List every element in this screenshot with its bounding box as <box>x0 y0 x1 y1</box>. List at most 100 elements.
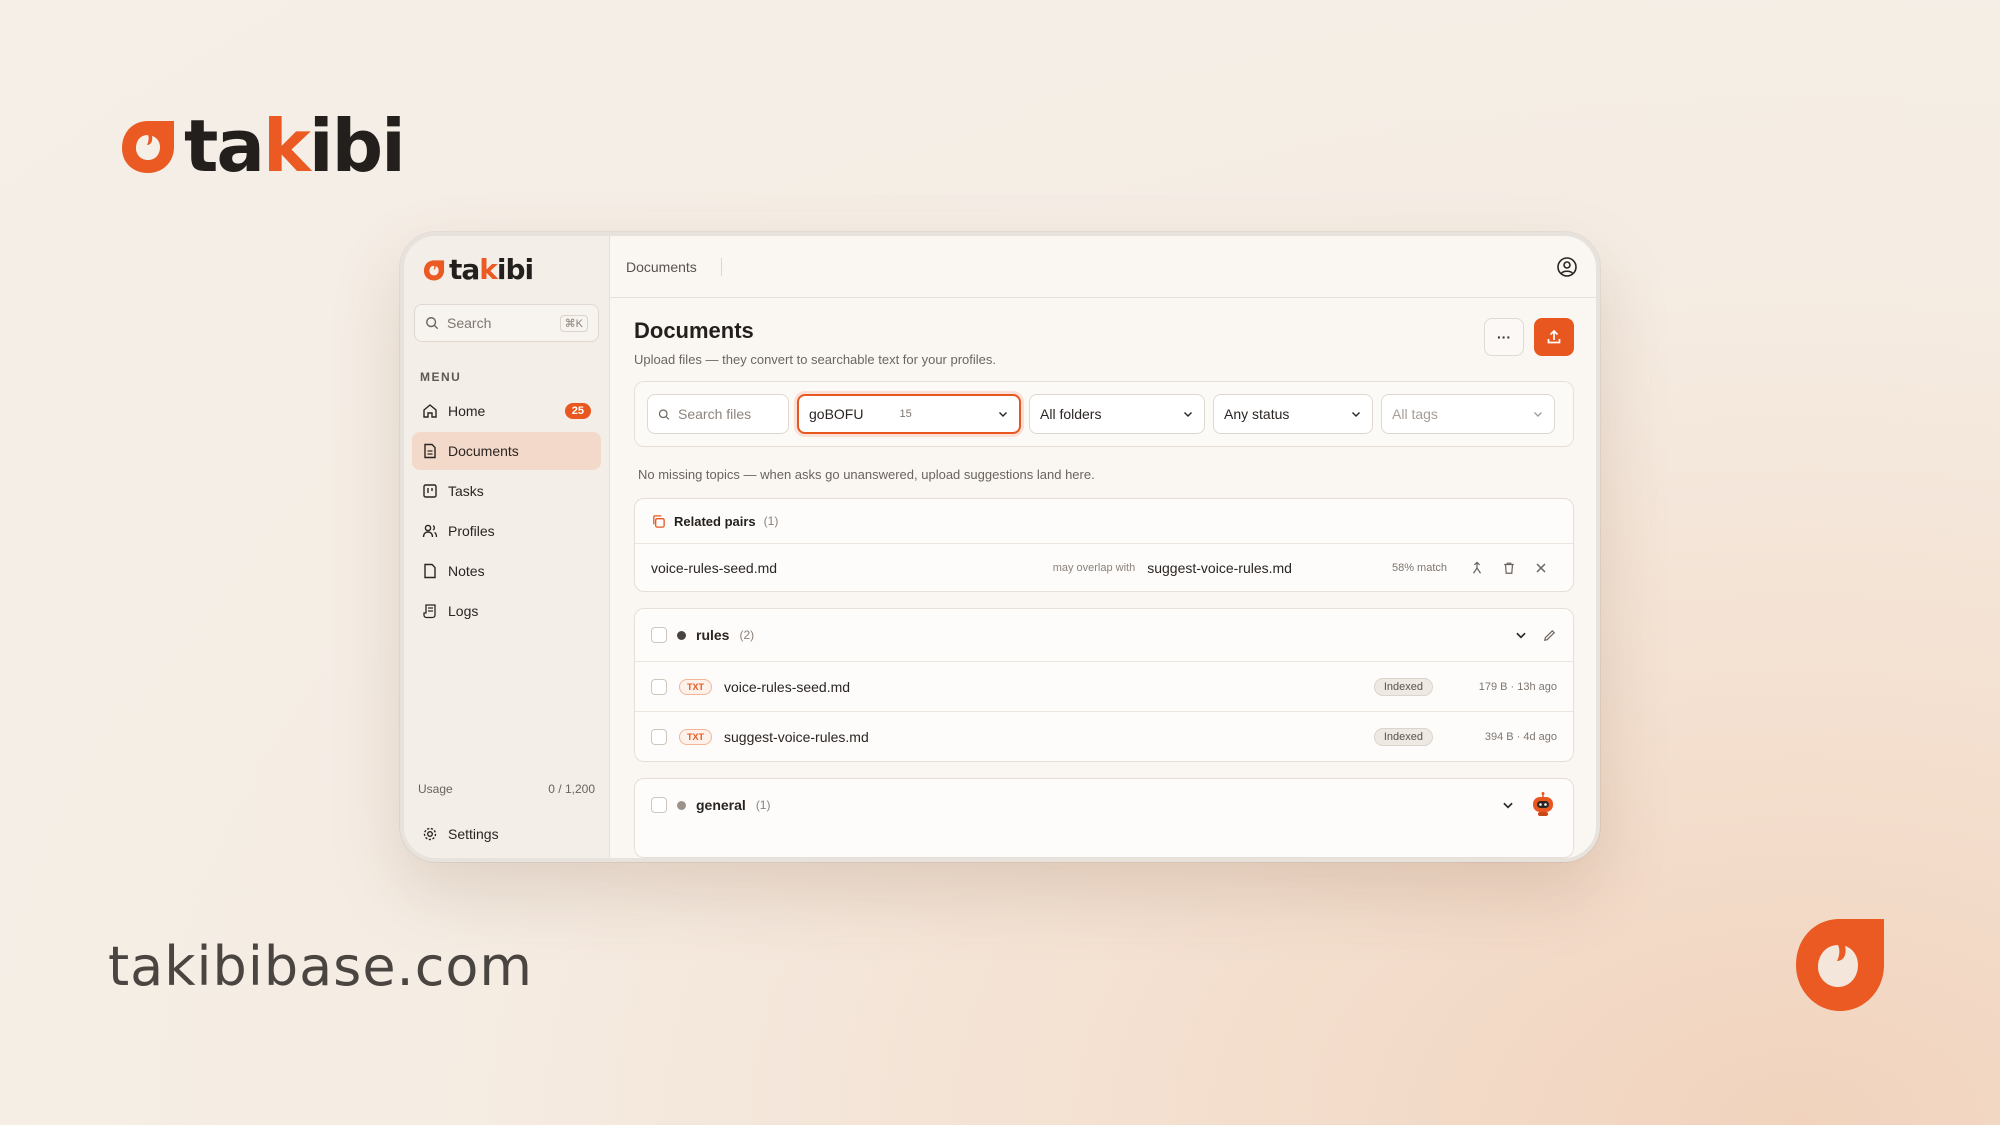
file-checkbox[interactable] <box>651 728 667 745</box>
app-window: takibi Search ⌘K MENU Home 25 Documents … <box>400 232 1600 862</box>
file-name[interactable]: suggest-voice-rules.md <box>724 729 869 745</box>
file-row[interactable]: TXT suggest-voice-rules.md Indexed 394 B… <box>635 711 1573 761</box>
usage-label: Usage <box>418 782 453 796</box>
chevron-down-icon[interactable] <box>1514 628 1528 642</box>
file-row[interactable]: TXT voice-rules-seed.md Indexed 179 B · … <box>635 661 1573 711</box>
related-pairs-card: Related pairs (1) voice-rules-seed.md ma… <box>634 498 1574 592</box>
profile-select[interactable]: goBOFU 15 <box>797 394 1021 434</box>
sidebar-item-logs[interactable]: Logs <box>412 592 601 630</box>
trash-icon <box>1504 562 1514 574</box>
note-icon <box>424 563 436 579</box>
pair-overlap-text: may overlap with <box>1052 561 1136 574</box>
group-count: (1) <box>755 798 771 812</box>
related-pairs-count: (1) <box>763 514 779 528</box>
corner-flame-icon <box>1790 915 1890 1020</box>
sidebar-item-documents[interactable]: Documents <box>412 432 601 470</box>
content: Documents Upload files — they convert to… <box>610 298 1596 858</box>
pencil-icon[interactable] <box>1542 628 1557 643</box>
sidebar-search[interactable]: Search ⌘K <box>414 304 599 342</box>
dismiss-button[interactable] <box>1525 556 1557 580</box>
sidebar-item-notes[interactable]: Notes <box>412 552 601 590</box>
merge-button[interactable] <box>1461 556 1493 580</box>
flame-logo-icon <box>423 260 445 281</box>
chevron-down-icon <box>1534 412 1542 417</box>
scroll-icon <box>423 604 436 619</box>
home-icon <box>423 404 437 418</box>
copy-icon <box>653 514 665 528</box>
sidebar-item-home[interactable]: Home 25 <box>412 392 601 430</box>
sidebar-item-label: Logs <box>448 603 479 619</box>
more-options-button[interactable]: ··· <box>1484 318 1524 356</box>
settings-label: Settings <box>448 826 499 842</box>
document-icon <box>424 443 436 459</box>
upload-icon <box>1547 329 1561 344</box>
sidebar-item-settings[interactable]: Settings <box>412 816 601 852</box>
sidebar-search-placeholder: Search <box>447 315 492 331</box>
file-name[interactable]: voice-rules-seed.md <box>724 679 850 695</box>
chevron-down-icon[interactable] <box>1501 798 1515 812</box>
merge-icon <box>1472 560 1482 574</box>
usage-value: 0 / 1,200 <box>548 782 595 796</box>
brand-logo: takibi <box>118 104 406 188</box>
folder-group-general: general (1) <box>634 778 1574 858</box>
delete-button[interactable] <box>1493 556 1525 580</box>
group-header: rules (2) <box>635 609 1573 661</box>
folder-select[interactable]: All folders <box>1029 394 1205 434</box>
flame-logo-icon <box>122 121 174 173</box>
missing-topics-hint: No missing topics — when asks go unanswe… <box>638 467 1095 482</box>
pair-match-score: 58% match <box>1391 561 1447 574</box>
home-count-badge: 25 <box>564 403 591 419</box>
group-name: rules <box>696 627 730 643</box>
page-header: Documents Upload files — they convert to… <box>634 318 1574 367</box>
file-type-badge: TXT <box>679 678 712 695</box>
folder-group-rules: rules (2) TXT voice-rules-seed.md Indexe… <box>634 608 1574 762</box>
group-color-dot <box>677 630 686 640</box>
status-badge: Indexed <box>1373 677 1433 696</box>
sidebar-item-label: Home <box>448 403 486 419</box>
group-header: general (1) <box>635 779 1573 831</box>
menu-label: MENU <box>420 370 462 384</box>
file-search-field[interactable] <box>647 394 789 434</box>
tags-select-value: All tags <box>1392 406 1438 422</box>
upload-button[interactable] <box>1534 318 1574 356</box>
sidebar-wordmark: takibi <box>449 253 534 286</box>
filter-bar: goBOFU 15 All folders Any status All tag… <box>634 381 1574 447</box>
search-shortcut: ⌘K <box>559 314 588 332</box>
chevron-down-icon <box>999 412 1007 417</box>
usage-row: Usage 0 / 1,200 <box>418 782 595 796</box>
kanban-icon <box>423 484 437 498</box>
group-checkbox[interactable] <box>651 627 667 643</box>
breadcrumb-divider <box>720 257 722 276</box>
sidebar: takibi Search ⌘K MENU Home 25 Documents … <box>404 236 610 858</box>
group-name: general <box>696 797 746 813</box>
pair-left-file[interactable]: voice-rules-seed.md <box>651 560 777 576</box>
related-pairs-header: Related pairs (1) <box>635 499 1573 543</box>
search-icon <box>658 408 670 420</box>
domain-text: takibibase.com <box>108 935 534 998</box>
sidebar-item-label: Profiles <box>448 523 495 539</box>
assistant-robot-icon[interactable] <box>1529 791 1557 819</box>
related-pairs-title: Related pairs <box>674 513 756 529</box>
brand-wordmark: takibi <box>184 104 406 188</box>
sidebar-logo[interactable]: takibi <box>412 250 601 290</box>
status-select[interactable]: Any status <box>1213 394 1373 434</box>
file-meta: 394 B · 4d ago <box>1484 730 1557 743</box>
sidebar-item-label: Documents <box>448 443 519 459</box>
users-icon <box>422 524 438 538</box>
user-circle-icon <box>1557 256 1577 277</box>
group-count: (2) <box>739 628 755 642</box>
page-title: Documents <box>634 318 754 343</box>
sidebar-item-profiles[interactable]: Profiles <box>412 512 601 550</box>
sidebar-item-tasks[interactable]: Tasks <box>412 472 601 510</box>
status-select-value: Any status <box>1224 406 1290 422</box>
tags-select[interactable]: All tags <box>1381 394 1555 434</box>
file-checkbox[interactable] <box>651 678 667 695</box>
file-type-badge: TXT <box>679 728 712 745</box>
search-icon <box>426 317 439 330</box>
chevron-down-icon <box>1184 412 1192 417</box>
breadcrumb[interactable]: Documents <box>626 259 697 275</box>
user-menu-button[interactable] <box>1554 254 1580 280</box>
group-checkbox[interactable] <box>651 797 667 813</box>
file-search-input[interactable] <box>678 406 778 422</box>
pair-right-file[interactable]: suggest-voice-rules.md <box>1147 560 1292 576</box>
